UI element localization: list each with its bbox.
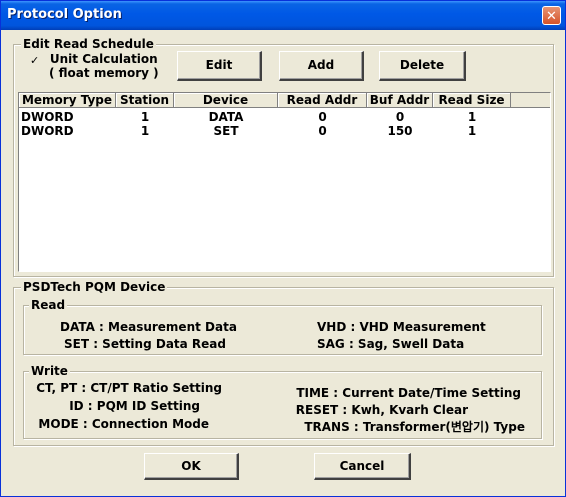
cell-station: 1 [140,124,150,138]
column-header-device[interactable]: Device [174,93,278,108]
cell-read-size: 1 [467,110,477,124]
unit-calculation-checkbox[interactable]: ✓ [30,55,41,66]
read-desc-vhd: VHD : VHD Measurement [317,320,486,334]
table-row[interactable]: DWORD 1 DATA 0 0 1 [19,110,550,124]
column-header-read-size[interactable]: Read Size [433,93,511,108]
cell-device: SET [213,124,239,138]
cell-read-addr: 0 [318,110,327,124]
column-header-buf-addr[interactable]: Buf Addr [367,93,433,108]
cell-memory-type: DWORD [21,110,74,124]
cell-buf-addr: 0 [395,110,405,124]
write-desc-id: ID : PQM ID Setting [69,399,200,413]
read-label: Read [29,298,68,312]
cell-read-addr: 0 [318,124,327,138]
column-header-station[interactable]: Station [116,93,174,108]
cell-read-size: 1 [467,124,477,138]
column-header-read-addr[interactable]: Read Addr [278,93,367,108]
cell-buf-addr: 150 [387,124,413,138]
write-label: Write [29,364,70,378]
cell-station: 1 [140,110,150,124]
table-row[interactable]: DWORD 1 SET 0 150 1 [19,124,550,138]
cell-memory-type: DWORD [21,124,74,138]
read-desc-data: DATA : Measurement Data [60,320,237,334]
edit-button[interactable]: Edit [177,51,262,81]
dialog-client: Edit Read Schedule ✓ Unit Calculation ( … [4,30,562,493]
write-desc-reset: RESET : Kwh, Kvarh Clear [295,403,468,417]
read-schedule-list[interactable]: Memory Type Station Device Read Addr Buf… [18,92,551,272]
unit-calculation-text: Unit Calculation [49,52,158,66]
write-desc-mode: MODE : Connection Mode [38,417,209,431]
window-title: Protocol Option [7,7,122,22]
edit-read-schedule-label: Edit Read Schedule [21,37,156,51]
read-desc-set: SET : Setting Data Read [64,337,226,351]
title-bar[interactable]: Protocol Option ✕ [1,1,565,30]
float-memory-text: ( float memory ) [49,66,159,80]
write-desc-time: TIME : Current Date/Time Setting [296,386,521,400]
ok-button[interactable]: OK [144,453,239,480]
write-desc-ct-pt: CT, PT : CT/PT Ratio Setting [36,381,222,395]
cell-device: DATA [208,110,244,124]
header-filler [511,93,550,108]
delete-button[interactable]: Delete [379,51,466,81]
protocol-option-dialog: Protocol Option ✕ Edit Read Schedule ✓ U… [0,0,566,497]
pqm-device-label: PSDTech PQM Device [21,280,168,294]
close-icon[interactable]: ✕ [542,6,561,25]
column-header-memory-type[interactable]: Memory Type [19,93,116,108]
read-desc-sag: SAG : Sag, Swell Data [317,337,465,351]
write-desc-trans: TRANS : Transformer(변압기) Type [304,420,525,434]
cancel-button[interactable]: Cancel [314,453,411,480]
unit-calculation-label: Unit Calculation ( float memory ) [49,52,159,80]
add-button[interactable]: Add [279,51,364,81]
